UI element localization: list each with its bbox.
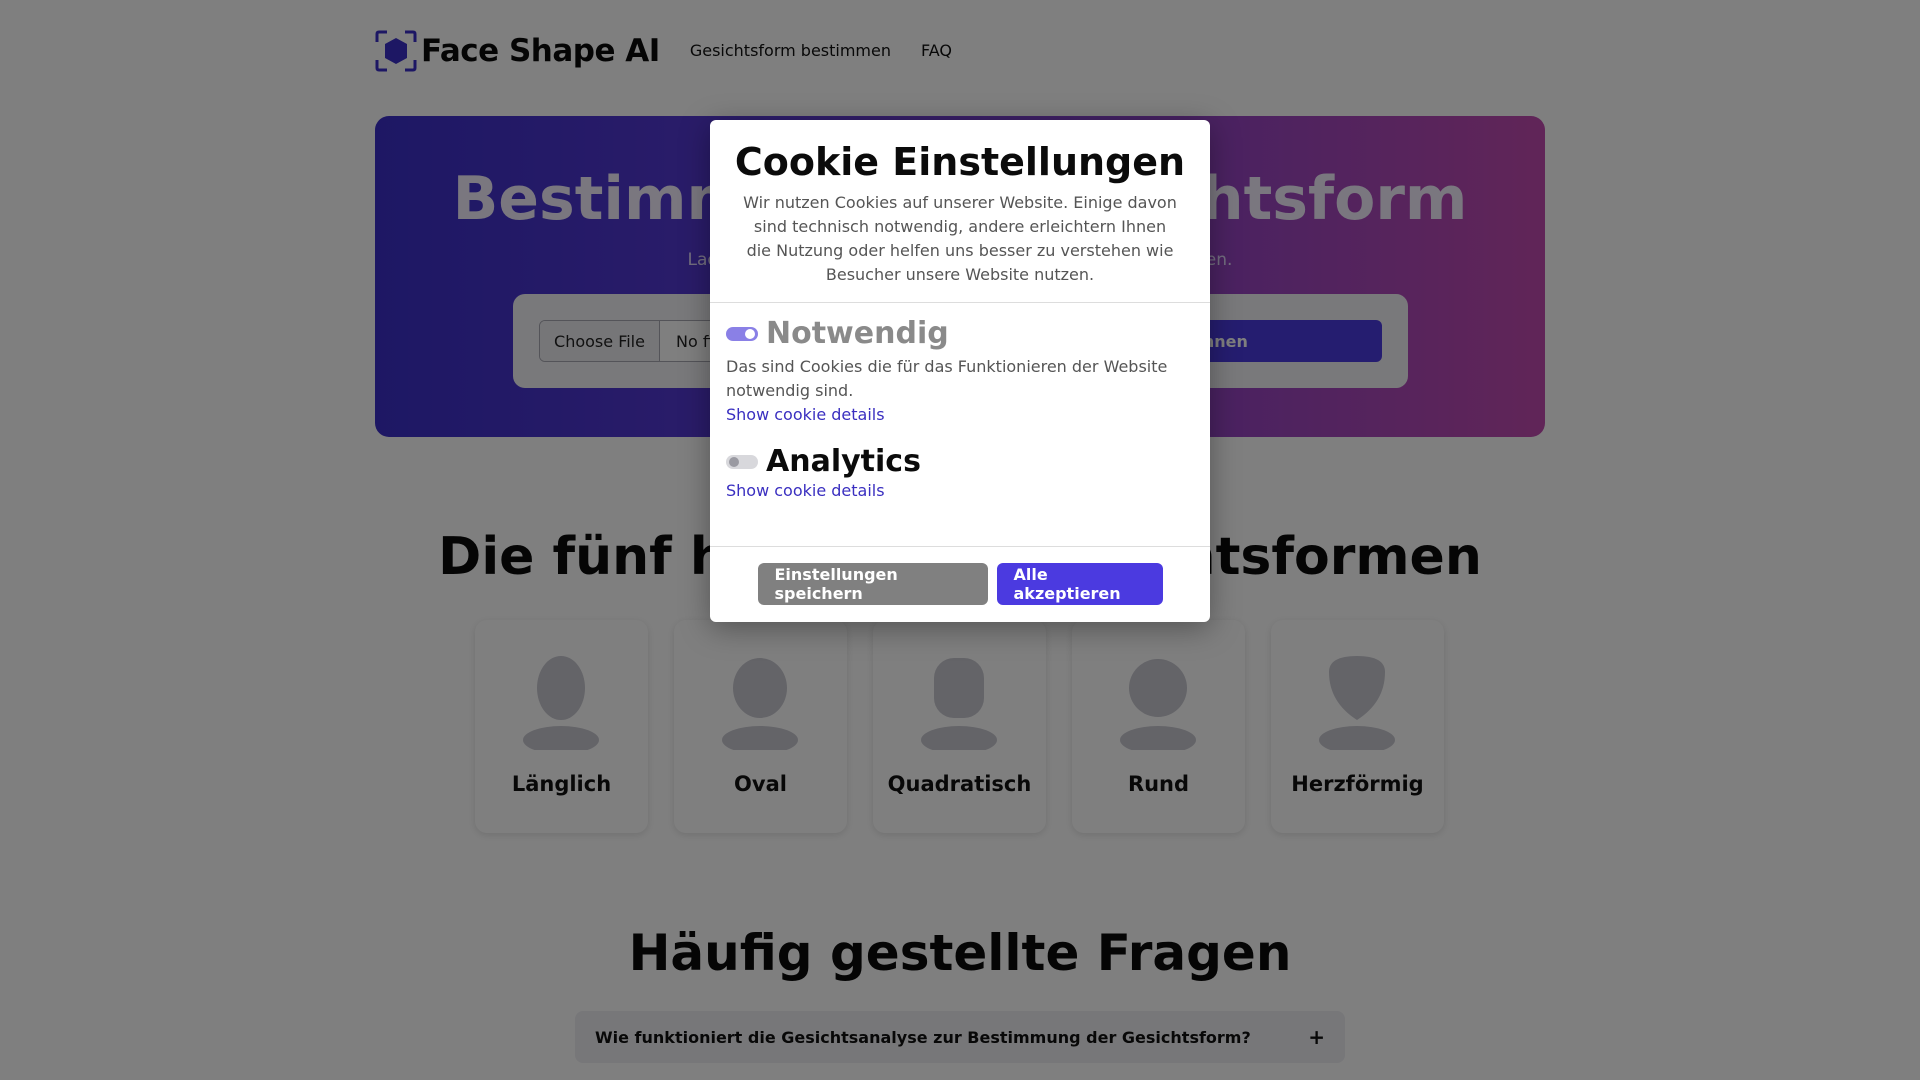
show-cookie-details-link[interactable]: Show cookie details (726, 403, 1194, 427)
notwendig-toggle[interactable] (726, 326, 758, 341)
accept-all-button[interactable]: Alle akzeptieren (996, 563, 1163, 605)
cookie-category-analytics: Analytics Show cookie details (726, 444, 1194, 503)
divider (710, 302, 1210, 303)
dialog-description: Wir nutzen Cookies auf unserer Website. … (743, 193, 1177, 284)
dialog-actions: Einstellungen speichern Alle akzeptieren (710, 563, 1210, 605)
save-settings-button[interactable]: Einstellungen speichern (757, 563, 988, 605)
category-name: Analytics (766, 444, 921, 479)
dialog-title: Cookie Einstellungen (734, 140, 1186, 184)
divider (710, 546, 1210, 547)
show-cookie-details-link[interactable]: Show cookie details (726, 479, 1194, 503)
category-description: Das sind Cookies die für das Funktionier… (726, 357, 1168, 400)
cookie-category-notwendig: Notwendig Das sind Cookies die für das F… (726, 316, 1194, 427)
analytics-toggle[interactable] (726, 454, 758, 469)
cookie-settings-dialog: Cookie Einstellungen Wir nutzen Cookies … (710, 120, 1210, 622)
category-name: Notwendig (766, 316, 949, 351)
